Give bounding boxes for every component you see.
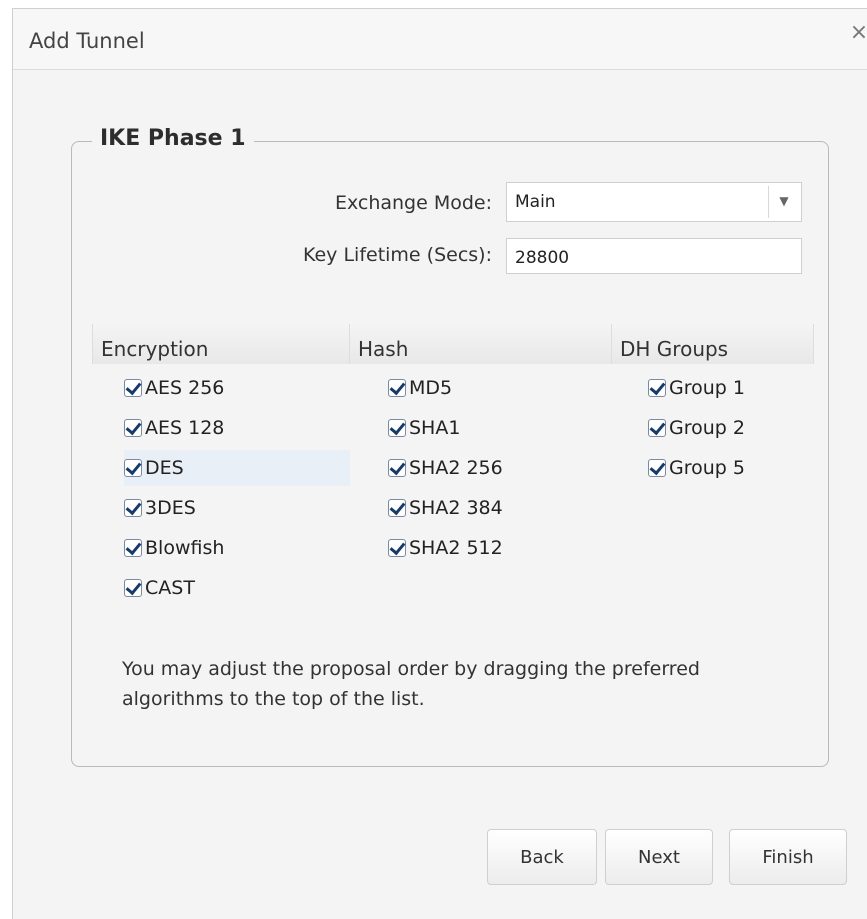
- exchange-mode-select[interactable]: Main ▼: [506, 182, 802, 222]
- checkbox-checked-icon[interactable]: [648, 419, 666, 437]
- item-label: SHA2 512: [409, 537, 503, 559]
- list-item[interactable]: Blowfish: [124, 530, 224, 566]
- exchange-mode-label: Exchange Mode:: [334, 192, 492, 214]
- list-item[interactable]: Group 5: [648, 450, 745, 486]
- checkbox-checked-icon[interactable]: [388, 459, 406, 477]
- item-label: AES 128: [145, 417, 225, 439]
- item-label: Group 2: [669, 417, 745, 439]
- item-label: SHA1: [409, 417, 461, 439]
- list-item[interactable]: DES: [124, 450, 350, 486]
- item-label: MD5: [409, 377, 453, 399]
- list-item[interactable]: SHA2 256: [388, 450, 503, 486]
- checkbox-checked-icon[interactable]: [388, 419, 406, 437]
- finish-button[interactable]: Finish: [729, 829, 847, 885]
- list-item[interactable]: SHA2 384: [388, 490, 503, 526]
- add-tunnel-dialog: Add Tunnel × IKE Phase 1 Exchange Mode: …: [12, 8, 867, 919]
- item-label: AES 256: [145, 377, 225, 399]
- close-icon[interactable]: ×: [847, 21, 867, 47]
- item-label: 3DES: [145, 497, 196, 519]
- checkbox-checked-icon[interactable]: [124, 579, 142, 597]
- chevron-down-icon[interactable]: ▼: [768, 186, 799, 218]
- key-lifetime-label: Key Lifetime (Secs):: [302, 244, 492, 266]
- list-item[interactable]: AES 128: [124, 410, 224, 446]
- dh-groups-column-header: DH Groups: [612, 324, 814, 364]
- list-item[interactable]: SHA2 512: [388, 530, 503, 566]
- item-label: SHA2 384: [409, 497, 503, 519]
- hash-column-header: Hash: [350, 324, 612, 364]
- checkbox-checked-icon[interactable]: [388, 379, 406, 397]
- checkbox-checked-icon[interactable]: [124, 539, 142, 557]
- next-button[interactable]: Next: [605, 829, 713, 885]
- checkbox-checked-icon[interactable]: [388, 539, 406, 557]
- checkbox-checked-icon[interactable]: [124, 459, 142, 477]
- list-item[interactable]: Group 2: [648, 410, 745, 446]
- checkbox-checked-icon[interactable]: [124, 379, 142, 397]
- item-label: Blowfish: [145, 537, 225, 559]
- list-item[interactable]: AES 256: [124, 370, 224, 406]
- item-label: DES: [145, 457, 184, 479]
- checkbox-checked-icon[interactable]: [648, 379, 666, 397]
- list-item[interactable]: CAST: [124, 570, 195, 606]
- fieldset-legend: IKE Phase 1: [92, 126, 254, 151]
- item-label: Group 5: [669, 457, 745, 479]
- ike-phase1-fieldset: IKE Phase 1 Exchange Mode: Main ▼ Key Li…: [71, 126, 829, 767]
- checkbox-checked-icon[interactable]: [124, 499, 142, 517]
- checkbox-checked-icon[interactable]: [388, 499, 406, 517]
- checkbox-checked-icon[interactable]: [648, 459, 666, 477]
- dialog-title: Add Tunnel: [29, 29, 145, 53]
- back-button[interactable]: Back: [487, 829, 597, 885]
- checkbox-checked-icon[interactable]: [124, 419, 142, 437]
- item-label: SHA2 256: [409, 457, 503, 479]
- list-item[interactable]: Group 1: [648, 370, 745, 406]
- proposal-order-note: You may adjust the proposal order by dra…: [122, 658, 700, 710]
- list-item[interactable]: 3DES: [124, 490, 196, 526]
- exchange-mode-value: Main: [515, 192, 556, 212]
- list-item[interactable]: SHA1: [388, 410, 460, 446]
- encryption-column-header: Encryption: [92, 324, 350, 364]
- item-label: Group 1: [669, 377, 745, 399]
- item-label: CAST: [145, 577, 195, 599]
- dialog-titlebar: Add Tunnel ×: [13, 9, 867, 70]
- list-item[interactable]: MD5: [388, 370, 452, 406]
- key-lifetime-input[interactable]: [506, 238, 802, 274]
